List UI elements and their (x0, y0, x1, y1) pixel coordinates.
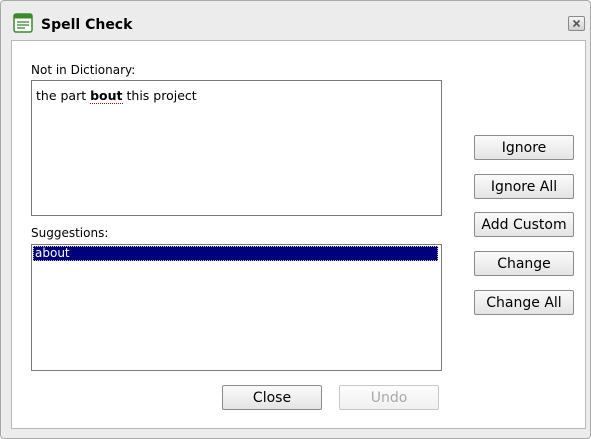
suggestions-label: Suggestions: (31, 226, 109, 240)
suggestion-item[interactable]: about (33, 246, 438, 261)
suggestions-list[interactable]: about (31, 244, 442, 371)
dialog-content: Not in Dictionary: the part bout this pr… (11, 40, 586, 429)
misspelled-word: bout (90, 88, 123, 104)
close-icon[interactable] (568, 16, 585, 31)
context-sentence: the part bout this project (36, 88, 197, 104)
not-in-dictionary-field[interactable]: the part bout this project (31, 80, 442, 216)
not-in-dictionary-label: Not in Dictionary: (31, 63, 136, 77)
spell-check-dialog: Spell Check Not in Dictionary: the part … (0, 0, 591, 439)
add-custom-button[interactable]: Add Custom (474, 212, 574, 237)
context-after: this project (122, 88, 197, 103)
change-button[interactable]: Change (474, 251, 574, 276)
spellcheck-document-icon (13, 13, 33, 33)
ignore-all-button[interactable]: Ignore All (474, 174, 574, 199)
change-all-button[interactable]: Change All (474, 290, 574, 315)
close-button[interactable]: Close (222, 385, 322, 410)
context-before: the part (36, 88, 91, 103)
dialog-title: Spell Check (41, 17, 133, 33)
title-bar[interactable]: Spell Check (1, 1, 590, 39)
ignore-button[interactable]: Ignore (474, 135, 574, 160)
undo-button[interactable]: Undo (339, 385, 439, 410)
